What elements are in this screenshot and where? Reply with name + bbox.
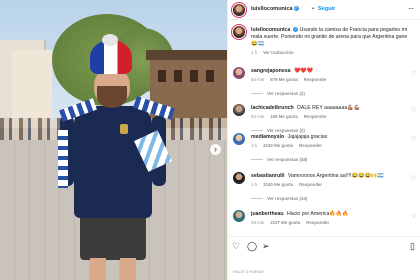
header-separator: • bbox=[312, 6, 314, 12]
heart-icon[interactable]: ♡ bbox=[411, 70, 416, 77]
comment-username[interactable]: juanbertheau bbox=[251, 211, 284, 217]
post-panel: luisllocomunica ✓ • Seguir ··· luisllocom… bbox=[227, 0, 420, 280]
comment-text: juanbertheau Hacio por America🔥🔥🔥 bbox=[251, 211, 409, 218]
person-leg-right bbox=[120, 258, 136, 280]
reply-button[interactable]: Responder bbox=[299, 182, 322, 187]
chevron-right-icon[interactable]: › bbox=[210, 144, 221, 155]
comment-meta: 48 min 2137 Me gusta Responder bbox=[251, 220, 335, 225]
comment-likes[interactable]: 679 Me gusta bbox=[270, 77, 298, 82]
reply-button[interactable]: Responder bbox=[304, 77, 327, 82]
comment-body: ❤️❤️❤️ bbox=[293, 68, 314, 74]
comments-list[interactable]: luisllocomunica ✓ Usando la camisa de Fra… bbox=[228, 21, 420, 235]
translation-link[interactable]: Ver traducción bbox=[263, 50, 294, 55]
person-shirt bbox=[74, 106, 152, 218]
caption-username[interactable]: luisllocomunica bbox=[251, 27, 290, 33]
avatar[interactable] bbox=[233, 26, 245, 38]
caption-time: 1 h bbox=[251, 50, 258, 55]
comment-username[interactable]: mediamoyslo bbox=[251, 134, 284, 140]
shirt-crest bbox=[120, 124, 128, 134]
avatar[interactable] bbox=[233, 172, 245, 184]
comment-username[interactable]: sebastianrulli bbox=[251, 173, 284, 179]
person-leg-left bbox=[90, 258, 106, 280]
comment-username[interactable]: lachicadelbrunch bbox=[251, 105, 294, 111]
view-replies-button[interactable]: Ver respuestas (2) bbox=[251, 91, 305, 96]
comment-meta: 54 min 679 Me gusta Responder bbox=[251, 77, 333, 82]
building-window bbox=[190, 70, 198, 82]
post-username-text[interactable]: luisllocomunica bbox=[251, 6, 293, 12]
heart-icon[interactable]: ♡ bbox=[411, 136, 416, 143]
post-date: HACE 5 HORAS bbox=[233, 270, 264, 274]
comment-likes[interactable]: 155 Me gusta bbox=[270, 114, 298, 119]
avatar[interactable] bbox=[233, 104, 245, 116]
reply-button[interactable]: Responder bbox=[299, 143, 322, 148]
comment-likes[interactable]: 3240 Me gusta bbox=[263, 182, 293, 187]
caption-meta: 1 h Ver traducción bbox=[251, 50, 300, 55]
post-header: luisllocomunica ✓ • Seguir ··· bbox=[228, 0, 420, 20]
comment-time: 54 min bbox=[251, 114, 265, 119]
follow-button[interactable]: Seguir bbox=[318, 6, 335, 12]
comment-text: mediamoyslo Jajajajaja gracias bbox=[251, 134, 409, 141]
building-window bbox=[206, 70, 214, 82]
bookmark-icon[interactable]: ▯ bbox=[410, 241, 415, 251]
avatar[interactable] bbox=[233, 4, 245, 16]
view-replies-button[interactable]: Ver respuestas (48) bbox=[251, 157, 307, 162]
comment-username[interactable]: sangrejaponesa bbox=[251, 68, 291, 74]
comment-time: 1 h bbox=[251, 143, 258, 148]
comment-time: 1 h bbox=[251, 182, 258, 187]
post-username[interactable]: luisllocomunica ✓ bbox=[251, 6, 299, 12]
reply-button[interactable]: Responder bbox=[306, 220, 329, 225]
comment-body: Jajajajaja gracias bbox=[287, 134, 328, 140]
person-beard bbox=[97, 86, 127, 108]
post-photo[interactable]: › bbox=[0, 0, 227, 280]
comment-meta: 54 min 155 Me gusta Responder bbox=[251, 114, 333, 119]
comment-meta: 1 h 3240 Me gusta Responder bbox=[251, 143, 328, 148]
more-horizontal-icon[interactable]: ··· bbox=[408, 4, 414, 13]
avatar[interactable] bbox=[233, 67, 245, 79]
heart-icon[interactable]: ♡ bbox=[232, 241, 240, 251]
reply-button[interactable]: Responder bbox=[304, 114, 327, 119]
comment-icon[interactable]: ◯ bbox=[247, 241, 257, 251]
comment-meta: 1 h 3240 Me gusta Responder bbox=[251, 182, 328, 187]
comment-time: 54 min bbox=[251, 77, 265, 82]
comment-text: sebastianrulli Vamooooos Argentina aa!!!… bbox=[251, 173, 409, 180]
scarf-hanging-left bbox=[58, 130, 68, 188]
avatar[interactable] bbox=[233, 210, 245, 222]
comment-likes[interactable]: 3240 Me gusta bbox=[263, 143, 293, 148]
verified-badge-icon: ✓ bbox=[293, 6, 299, 12]
comment-text: sangrejaponesa ❤️❤️❤️ bbox=[251, 68, 409, 75]
paper-plane-icon[interactable]: ➢ bbox=[262, 241, 270, 251]
comment-likes[interactable]: 2137 Me gusta bbox=[270, 220, 300, 225]
avatar[interactable] bbox=[233, 133, 245, 145]
hat-pompom bbox=[102, 34, 118, 46]
view-replies-button[interactable]: Ver respuestas (34) bbox=[251, 196, 307, 201]
person-shorts bbox=[80, 212, 146, 260]
comment-body: Vamooooos Argentina aa!!!!😂😂😂🙌🇦🇷 bbox=[287, 173, 384, 179]
heart-icon[interactable]: ♡ bbox=[411, 107, 416, 114]
comment-body: DALE REY aaaaaaaa💪🏽💪🏽 bbox=[297, 105, 361, 111]
comment-body: Hacio por America🔥🔥🔥 bbox=[287, 211, 349, 217]
comment-text: lachicadelbrunch DALE REY aaaaaaaa💪🏽💪🏽 bbox=[251, 105, 409, 112]
caption-text: luisllocomunica ✓ Usando la camisa de Fra… bbox=[251, 27, 409, 48]
heart-icon[interactable]: ♡ bbox=[411, 213, 416, 220]
comment-time: 48 min bbox=[251, 220, 265, 225]
view-replies-button[interactable]: Ver respuestas (2) bbox=[251, 128, 305, 133]
heart-icon[interactable]: ♡ bbox=[411, 175, 416, 182]
photo-person bbox=[54, 34, 178, 280]
post-actions: ♡ ◯ ➢ ▯ HACE 5 HORAS bbox=[228, 236, 420, 280]
verified-badge-icon: ✓ bbox=[293, 27, 299, 33]
